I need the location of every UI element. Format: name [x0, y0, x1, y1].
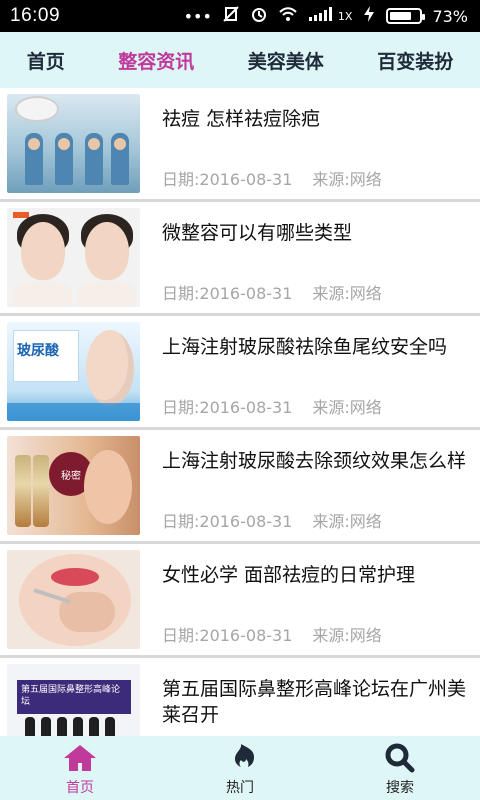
article-date: 日期:2016-08-31	[162, 284, 293, 303]
article-item[interactable]: 微整容可以有哪些类型 日期:2016-08-31 来源:网络	[0, 202, 480, 316]
article-title[interactable]: 祛痘 怎样祛痘除疤	[162, 106, 478, 132]
tab-makeover[interactable]: 百变装扮	[373, 47, 457, 74]
battery-percent: 73%	[432, 6, 468, 26]
charging-icon	[362, 5, 376, 27]
person-graphic	[57, 717, 67, 736]
nav-search[interactable]: 搜索	[340, 742, 460, 800]
water-wave-graphic	[7, 403, 140, 421]
shoulders-graphic	[14, 281, 72, 307]
article-date: 日期:2016-08-31	[162, 170, 293, 189]
article-thumbnail	[7, 94, 140, 193]
nav-hot-label: 热门	[226, 780, 254, 796]
face-graphic	[86, 330, 134, 406]
tab-beauty-body[interactable]: 美容美体	[244, 47, 328, 74]
bottom-navigation: 首页 热门 搜索	[0, 736, 480, 800]
person-graphic	[105, 717, 115, 736]
nav-search-label: 搜索	[386, 780, 414, 796]
nav-home-label: 首页	[66, 780, 94, 796]
tab-home[interactable]: 首页	[23, 47, 69, 74]
article-meta: 日期:2016-08-31 来源:网络	[162, 394, 382, 418]
article-source: 来源:网络	[312, 512, 382, 531]
alarm-icon	[250, 5, 268, 27]
article-item[interactable]: 女性必学 面部祛痘的日常护理 日期:2016-08-31 来源:网络	[0, 544, 480, 658]
status-bar: 16:09 ••• 1X 73%	[0, 0, 480, 32]
article-date: 日期:2016-08-31	[162, 512, 293, 531]
article-item[interactable]: 玻尿酸 上海注射玻尿酸祛除鱼尾纹安全吗 日期:2016-08-31 来源:网络	[0, 316, 480, 430]
article-source: 来源:网络	[312, 170, 382, 189]
article-meta: 日期:2016-08-31 来源:网络	[162, 166, 382, 190]
article-source: 来源:网络	[312, 284, 382, 303]
article-meta: 日期:2016-08-31 来源:网络	[162, 280, 382, 304]
article-thumbnail: 第五届国际鼻整形高峰论坛	[7, 664, 140, 736]
article-title[interactable]: 上海注射玻尿酸祛除鱼尾纹安全吗	[162, 334, 478, 360]
surgeon-head-graphic	[88, 138, 100, 150]
article-thumbnail	[7, 208, 140, 307]
search-icon	[383, 742, 417, 774]
face-graphic	[84, 450, 132, 524]
surgery-lamp-graphic	[17, 98, 57, 120]
shoulders-graphic	[78, 281, 136, 307]
person-graphic	[41, 717, 51, 736]
face-graphic	[85, 222, 129, 280]
surgeon-head-graphic	[114, 138, 126, 150]
article-item[interactable]: 第五届国际鼻整形高峰论坛 第五届国际鼻整形高峰论坛在广州美莱召开	[0, 658, 480, 736]
person-graphic	[25, 717, 35, 736]
thumb-label: 玻尿酸	[17, 343, 59, 359]
person-graphic	[73, 717, 83, 736]
article-item[interactable]: 祛痘 怎样祛痘除疤 日期:2016-08-31 来源:网络	[0, 88, 480, 202]
article-item[interactable]: 秘密 上海注射玻尿酸去除颈纹效果怎么样 日期:2016-08-31 来源:网络	[0, 430, 480, 544]
tab-cosmetic-news[interactable]: 整容资讯	[114, 47, 198, 74]
lips-graphic	[51, 568, 99, 586]
battery-fill	[390, 12, 411, 20]
bottle-graphic	[15, 455, 31, 527]
thumb-banner-text: 第五届国际鼻整形高峰论坛	[21, 685, 121, 707]
article-meta: 日期:2016-08-31 来源:网络	[162, 622, 382, 646]
flame-icon	[223, 742, 257, 774]
article-meta: 日期:2016-08-31 来源:网络	[162, 508, 382, 532]
article-list[interactable]: 祛痘 怎样祛痘除疤 日期:2016-08-31 来源:网络 微整容可以有哪些类型…	[0, 88, 480, 736]
bottle-graphic	[33, 455, 49, 527]
article-title[interactable]: 女性必学 面部祛痘的日常护理	[162, 562, 478, 588]
wifi-icon	[278, 6, 298, 26]
article-source: 来源:网络	[312, 398, 382, 417]
face-graphic	[21, 222, 65, 280]
top-tabs: 首页 整容资讯 美容美体 百变装扮	[0, 32, 480, 88]
article-source: 来源:网络	[312, 626, 382, 645]
article-title[interactable]: 第五届国际鼻整形高峰论坛在广州美莱召开	[162, 676, 478, 728]
article-date: 日期:2016-08-31	[162, 626, 293, 645]
mute-vibrate-icon	[222, 5, 240, 27]
person-graphic	[89, 717, 99, 736]
signal-icon	[308, 6, 334, 26]
article-date: 日期:2016-08-31	[162, 398, 293, 417]
status-icons: ••• 1X 73%	[184, 5, 468, 27]
article-title[interactable]: 微整容可以有哪些类型	[162, 220, 478, 246]
status-time: 16:09	[10, 5, 61, 26]
home-icon	[61, 742, 99, 774]
surgeon-head-graphic	[28, 138, 40, 150]
signal-label: 1X	[337, 9, 353, 23]
nav-hot[interactable]: 热门	[180, 742, 300, 800]
article-thumbnail: 秘密	[7, 436, 140, 535]
surgeon-head-graphic	[58, 138, 70, 150]
article-thumbnail: 玻尿酸	[7, 322, 140, 421]
article-thumbnail	[7, 550, 140, 649]
nav-home[interactable]: 首页	[20, 742, 140, 800]
article-title[interactable]: 上海注射玻尿酸去除颈纹效果怎么样	[162, 448, 478, 474]
more-dots-icon: •••	[183, 6, 212, 26]
battery-icon	[386, 8, 426, 24]
